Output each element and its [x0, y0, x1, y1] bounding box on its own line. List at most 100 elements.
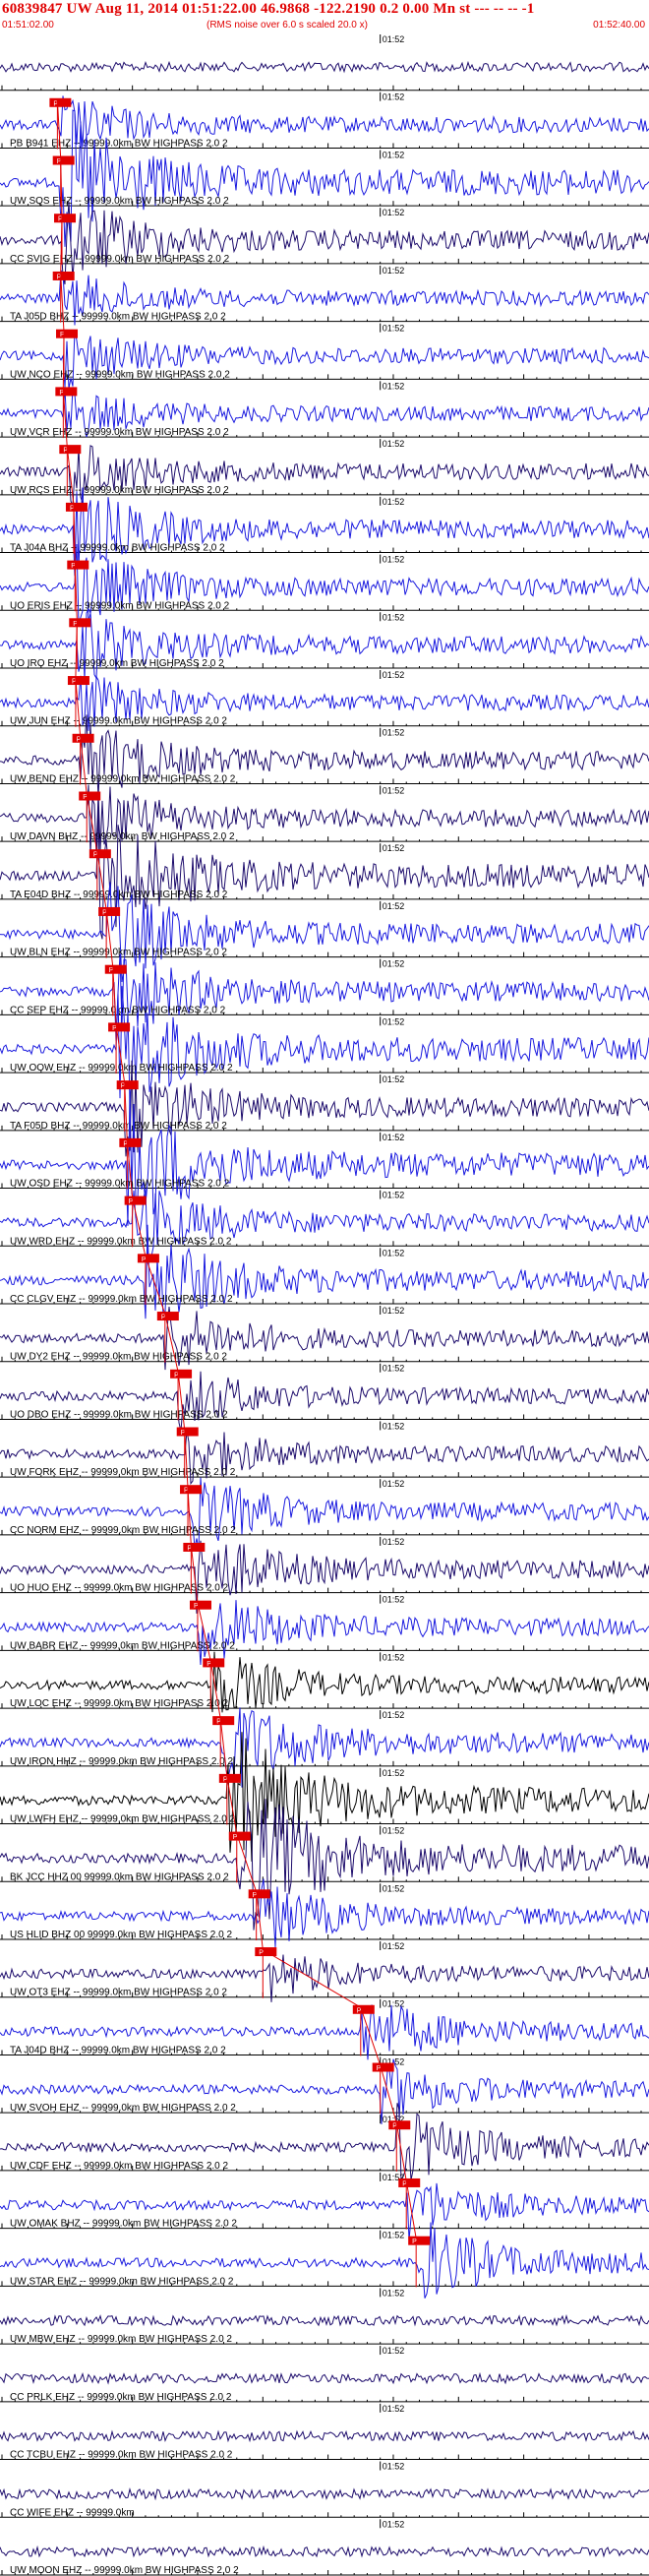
tick-label: 01:52 — [383, 381, 405, 391]
station-label: UW CDF EHZ -- 99999.0km BW HIGHPASS 2.0 … — [10, 2161, 229, 2172]
tick-label: 01:52 — [383, 92, 405, 102]
trace-row: 01:52 TA J05D BHZ -- 99999.0km BW HIGHPAS… — [0, 265, 649, 326]
end-time: 01:52:40.00 — [593, 20, 645, 31]
station-label: BK JCC HHZ 00 99999.0km BW HIGHPASS 2.0 … — [10, 1871, 229, 1882]
start-time: 01:51:02.00 — [2, 20, 54, 31]
station-label: UW NCO EHZ -- 99999.0km BW HIGHPASS 2.0 … — [10, 369, 230, 380]
waveform-trace — [0, 1371, 649, 1432]
tick-label: 01:52 — [383, 208, 405, 217]
waveform-trace — [0, 2429, 649, 2443]
waveform-trace — [0, 1540, 649, 1614]
waveform-trace — [0, 1060, 649, 1157]
trace-row: 01:52 UW IRON HHZ -- 99999.0km BW HIGHPAS… — [0, 1707, 649, 1788]
tick-label: 01:52 — [383, 1537, 405, 1547]
station-label: CC CLGV EHZ -- 99999.0km BW HIGHPASS 2.0… — [10, 1294, 233, 1305]
station-label: UO IRO EHZ -- 99999.0km BW HIGHPASS 2.0 … — [10, 658, 224, 669]
pick-label: P — [412, 2239, 417, 2245]
station-label: UW FORK EHZ -- 99999.0km BW HIGHPASS 2.0… — [10, 1467, 236, 1478]
trace-row: 01:52 UW BABR EHZ -- 99999.0km BW HIGHPAS… — [0, 1594, 649, 1666]
trace-row: 01:52 UO IRO EHZ -- 99999.0km BW HIGHPASS… — [0, 607, 649, 680]
tick-label: 01:52 — [383, 1191, 405, 1200]
trace-row: 01:52 UW RCS EHZ -- 99999.0km BW HIGHPASS… — [0, 439, 649, 506]
waveform-trace — [0, 953, 649, 1042]
station-label: UW JUN EHZ -- 99999.0km BW HIGHPASS 2.0 … — [10, 716, 227, 727]
trace-row: 01:52 UO ERIS EHZ -- 99999.0km BW HIGHPAS… — [0, 543, 649, 624]
trace-row: 01:52 UW BEND EHZ -- 99999.0km BW HIGHPAS… — [0, 714, 649, 799]
station-label: CC PRLK EHZ -- 99999.0km BW HIGHPASS 2.0… — [10, 2392, 232, 2403]
trace-row: 01:52 TA J04A BHZ -- 99999.0km BW HIGHPAS… — [0, 487, 649, 577]
tick-label: 01:52 — [383, 1826, 405, 1836]
station-label: UW DY2 EHZ -- 99999.0km BW HIGHPASS 2.0 … — [10, 1352, 227, 1363]
tick-label: 01:52 — [383, 555, 405, 565]
waveform-trace — [0, 1600, 649, 1666]
trace-row: 01:52 UW LOC EHZ -- 99999.0km BW HIGHPASS… — [0, 1651, 649, 1713]
trace-row: 01:52CC SEP EHZ -- 99999.0km BW HIGHPASS… — [0, 953, 649, 1042]
station-label: TA F05D BHZ -- 99999.0km BW HIGHPASS 2.0… — [10, 1121, 227, 1132]
tick-label: 01:52 — [383, 1479, 405, 1489]
trace-row: 01:52 UW MOON EHZ -- 99999.0km BW HIGHPAS… — [0, 2519, 649, 2576]
trace-row: 01:52 UW OMAK BHZ -- 99999.0km BW HIGHPAS… — [0, 2172, 649, 2240]
trace-row: 01:52 CC TCBU EHZ -- 99999.0km BW HIGHPAS… — [0, 2403, 649, 2461]
tick-label: 01:52 — [383, 324, 405, 334]
waveform-trace — [0, 2313, 649, 2327]
station-label: TA J05D BHZ -- 99999.0km BW HIGHPASS 2.0… — [10, 312, 226, 323]
event-title: 60839847 UW Aug 11, 2014 01:51:22.00 46.… — [2, 1, 535, 17]
trace-row: 01:52 — [0, 34, 649, 92]
waveform-trace — [0, 487, 649, 577]
tick-label: 01:52 — [383, 670, 405, 680]
tick-label: 01:52 — [383, 1941, 405, 1951]
tick-label: 01:52 — [383, 1074, 405, 1084]
station-label: UW BEND EHZ -- 99999.0km BW HIGHPASS 2.0… — [10, 773, 236, 784]
trace-row: 01:52 UO DBO EHZ -- 99999.0km BW HIGHPASS… — [0, 1363, 649, 1432]
station-label: CC SVIG EHZ -- 99999.0km BW HIGHPASS 2.0… — [10, 254, 230, 265]
trace-row: 01:52 CC WIFE EHZ -- 99999.0km — [0, 2461, 649, 2518]
station-label: CC WIFE EHZ -- 99999.0km — [10, 2507, 135, 2518]
station-label: UW BABR EHZ -- 99999.0km BW HIGHPASS 2.0… — [10, 1640, 235, 1651]
trace-row: 01:52 UW JUN EHZ -- 99999.0km BW HIGHPASS… — [0, 670, 649, 731]
waveform-trace — [0, 607, 649, 680]
pick-label: P — [259, 1950, 264, 1957]
trace-row: 01:52 CC NORM EHZ -- 99999.0km BW HIGHPAS… — [0, 1477, 649, 1550]
tick-label: 01:52 — [383, 439, 405, 449]
trace-row: 01:52 UW STAR EHZ -- 99999.0km BW HIGHPAS… — [0, 2222, 649, 2299]
station-label: CC TCBU EHZ -- 99999.0km BW HIGHPASS 2.0… — [10, 2450, 233, 2461]
waveform-trace — [0, 543, 649, 624]
trace-row: 01:52 UW OT3 EHZ -- 99999.0km BW HIGHPASS… — [0, 1941, 649, 2002]
tick-label: 01:52 — [383, 150, 405, 159]
waveform-trace — [0, 2545, 649, 2558]
tick-label: 01:52 — [383, 1248, 405, 1257]
tick-label: 01:52 — [383, 2346, 405, 2356]
tick-label: 01:52 — [383, 1652, 405, 1662]
station-label: PB B941 EHZ -- 99999.0km BW HIGHPASS 2.0… — [10, 138, 228, 149]
waveform-trace — [0, 1477, 649, 1550]
tick-label: 01:52 — [383, 843, 405, 853]
station-label: UW WRD EHZ -- 99999.0km BW HIGHPASS 2.0 … — [10, 1236, 232, 1247]
trace-row: 01:52TA E04D BHZ -- 99999.0km BW HIGHPAS… — [0, 807, 649, 940]
station-label: UW SVOH EHZ -- 99999.0km BW HIGHPASS 2.0… — [10, 2103, 236, 2114]
tick-label: 01:52 — [383, 2288, 405, 2298]
station-label: UW RCS EHZ -- 99999.0km BW HIGHPASS 2.0 … — [10, 485, 229, 496]
tick-label: 01:52 — [383, 2404, 405, 2414]
trace-row: 01:52 UW DY2 EHZ -- 99999.0km BW HIGHPASS… — [0, 1306, 649, 1371]
station-label: UW LOC EHZ -- 99999.0km BW HIGHPASS 2.0 … — [10, 1698, 229, 1709]
trace-row: 01:52 UW FORK EHZ -- 99999.0km BW HIGHPAS… — [0, 1421, 649, 1486]
tick-label: 01:52 — [383, 959, 405, 969]
tick-label: 01:52 — [383, 497, 405, 507]
tick-label: 01:52 — [383, 1595, 405, 1605]
trace-row: 01:52 UW LWFH EHZ -- 99999.0km BW HIGHPAS… — [0, 1732, 649, 1862]
tick-label: 01:52 — [383, 728, 405, 738]
waveform-trace — [0, 2371, 649, 2385]
station-label: TA J04A BHZ -- 99999.0km BW HIGHPASS 2.0… — [10, 543, 225, 554]
tick-label: 01:52 — [383, 785, 405, 795]
station-label: UW IRON HHZ -- 99999.0km BW HIGHPASS 2.0… — [10, 1756, 234, 1767]
station-label: UW OSD EHZ -- 99999.0km BW HIGHPASS 2.0 … — [10, 1179, 230, 1190]
tick-label: 01:52 — [383, 1133, 405, 1142]
trace-row: 01:52 UW VCR EHZ -- 99999.0km BW HIGHPASS… — [0, 381, 649, 439]
trace-row: 01:52UW SVOH EHZ -- 99999.0km BW HIGHPAS… — [0, 2056, 649, 2124]
trace-row: 01:52 UW MBW EHZ -- 99999.0km BW HIGHPASS… — [0, 2288, 649, 2345]
waveform-trace — [0, 201, 649, 285]
record-header: 60839847 UW Aug 11, 2014 01:51:22.00 46.… — [0, 0, 649, 33]
tick-label: 01:52 — [383, 2519, 405, 2529]
trace-row: 01:52 UW NCO EHZ -- 99999.0km BW HIGHPASS… — [0, 323, 649, 389]
seismogram-panel: 01:52 01:52 PB B941 EHZ -- 99999.0km BW HI… — [0, 34, 649, 2576]
